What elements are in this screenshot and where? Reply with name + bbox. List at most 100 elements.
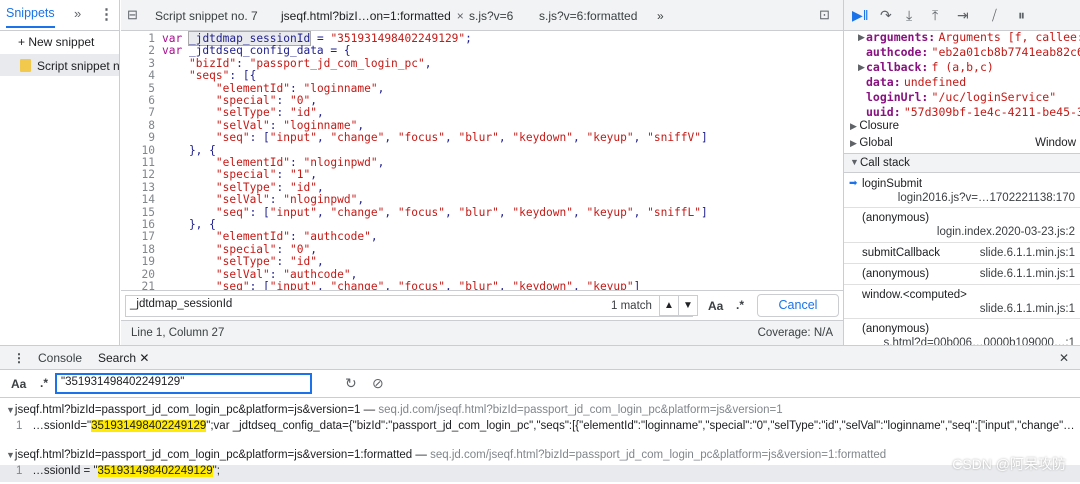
- result-file-header[interactable]: ▼jseqf.html?bizId=passport_jd_com_login_…: [6, 404, 1080, 416]
- result-file-url: seq.jd.com/jseqf.html?bizId=passport_jd_…: [378, 404, 783, 416]
- expand-result-icon[interactable]: ▼: [6, 405, 15, 415]
- drawer-menu-icon[interactable]: ⋮: [13, 351, 25, 365]
- toggle-navigator-icon[interactable]: ⊟: [127, 7, 138, 23]
- tab-console[interactable]: Console: [38, 351, 82, 365]
- result-file-header[interactable]: ▼jseqf.html?bizId=passport_jd_com_login_…: [6, 449, 1080, 461]
- code-line: "special": "0",: [215, 94, 317, 107]
- debugger-sidebar: ▶‖ ↷ ⤓ ⤒ ⇥ ⧸ ⏸ arguments: Arguments [f, …: [843, 0, 1080, 349]
- tab-s-js-formatted[interactable]: s.js?v=6:formatted: [539, 9, 637, 23]
- call-stack-frame[interactable]: window.<computed> slide.6.1.1.min.js:1: [844, 285, 1080, 319]
- result-post: ";: [212, 465, 220, 477]
- coverage-status: Coverage: N/A: [757, 327, 833, 339]
- code-line: }, {: [162, 218, 216, 231]
- pause-on-exceptions-icon[interactable]: ⏸: [1018, 7, 1025, 24]
- search-row: Aa .* "351931498402249129" ↻ ⊘: [0, 370, 1080, 398]
- expand-callback-icon[interactable]: ▶: [858, 62, 865, 73]
- scope-property: uuid: "57d309bf-1e4c-4211-be45-3: [866, 105, 1080, 119]
- deactivate-breakpoints-icon[interactable]: ⧸: [992, 7, 997, 24]
- code-line: "selType": "id",: [215, 106, 324, 120]
- code-line: "seqs": [{: [188, 69, 257, 83]
- cancel-button[interactable]: Cancel: [757, 294, 839, 317]
- match-case-button[interactable]: Aa: [708, 299, 723, 313]
- clear-icon[interactable]: ⊘: [372, 375, 384, 392]
- expand-arguments-icon[interactable]: ▶: [858, 32, 865, 43]
- new-snippet-button[interactable]: + New snippet: [18, 35, 94, 49]
- line-number: 9: [148, 131, 155, 145]
- expand-result-icon[interactable]: ▼: [6, 450, 15, 460]
- tab-search[interactable]: Search ✕: [98, 351, 149, 365]
- find-next-button[interactable]: ▼: [678, 295, 698, 316]
- cursor-position: Line 1, Column 27: [131, 327, 225, 339]
- tab-s-js[interactable]: s.js?v=6: [469, 9, 513, 23]
- tab-snippets[interactable]: Snippets: [6, 6, 55, 28]
- tab-script-snippet[interactable]: Script snippet no. 7: [155, 9, 258, 23]
- call-stack-frame[interactable]: submitCallback slide.6.1.1.min.js:1: [844, 243, 1080, 264]
- result-line-number: 1: [16, 465, 23, 477]
- search-input[interactable]: "351931498402249129": [55, 373, 312, 394]
- toggle-debugger-icon[interactable]: ⊡: [819, 7, 830, 23]
- result-match-line[interactable]: 1 …ssionId="351931498402249129";var _jdtd…: [0, 420, 1080, 437]
- regex-button[interactable]: .*: [736, 298, 744, 312]
- call-stack-header[interactable]: ▼ Call stack: [844, 153, 1080, 173]
- closure-scope[interactable]: ▶ Closure: [850, 120, 899, 132]
- snippet-file-icon: [20, 59, 31, 72]
- frame-function: window.<computed>: [862, 289, 967, 301]
- result-match-line[interactable]: 1 …ssionId = "351931498402249129";: [0, 465, 1080, 482]
- collapse-call-stack-icon[interactable]: ▼: [850, 157, 859, 167]
- frame-function: (anonymous): [862, 323, 930, 335]
- step-over-icon[interactable]: ↷: [880, 7, 892, 24]
- close-tab-icon[interactable]: ×: [457, 9, 464, 23]
- current-frame-arrow-icon: ➡: [849, 178, 858, 189]
- close-search-icon[interactable]: ✕: [139, 351, 149, 365]
- line-number: 13: [141, 180, 155, 194]
- close-drawer-icon[interactable]: ✕: [1059, 351, 1069, 365]
- snippets-panel: Snippets » ⋮ + New snippet Script snippe…: [0, 0, 120, 345]
- call-stack-frame[interactable]: (anonymous) slide.6.1.1.min.js:1: [844, 264, 1080, 285]
- code-line: "selType": "id",: [215, 180, 324, 194]
- resume-icon[interactable]: ▶‖: [852, 7, 869, 24]
- result-post: ";var _jdtdseq_config_data={"bizId":"pas…: [206, 420, 1075, 432]
- code-line: "selVal": "nloginpwd",: [215, 193, 365, 207]
- tab-jseqf-formatted[interactable]: jseqf.html?bizI…on=1:formatted ×: [281, 9, 464, 23]
- match-count: 1 match: [611, 300, 652, 312]
- frame-location: login.index.2020-03-23.js:2: [936, 226, 1075, 238]
- search-regex-button[interactable]: .*: [40, 376, 48, 390]
- line-number: 21: [141, 280, 155, 290]
- watermark: CSDN @阿呆攻防: [952, 456, 1066, 472]
- expand-global-icon[interactable]: ▶: [850, 138, 859, 148]
- line-number: 19: [141, 255, 155, 269]
- editor-tabbar: ⊟ Script snippet no. 7 jseqf.html?bizI…o…: [121, 0, 843, 31]
- code-editor[interactable]: 1 var _jdtdmap_sessionId = "3519314984022…: [121, 31, 843, 290]
- line-number: 7: [148, 106, 155, 120]
- call-stack-frame[interactable]: loginSubmit login2016.js?v=…1702221138:17…: [844, 174, 1080, 208]
- code-line: "seq": ["input", "change", "focus", "blu…: [215, 131, 708, 145]
- find-input[interactable]: _jdtdmap_sessionId: [125, 295, 693, 317]
- tab-search-label: Search: [98, 351, 137, 365]
- find-previous-button[interactable]: ▲: [659, 295, 679, 316]
- line-number: 20: [141, 267, 155, 281]
- search-match-case-button[interactable]: Aa: [11, 377, 26, 391]
- code-line: }, {: [162, 143, 216, 157]
- step-out-icon[interactable]: ⤒: [932, 7, 938, 24]
- frame-function: submitCallback: [862, 247, 940, 259]
- frame-function: (anonymous): [862, 212, 930, 224]
- call-stack-frame[interactable]: (anonymous) login.index.2020-03-23.js:2: [844, 208, 1080, 243]
- code-line: "seq": ["input", "change", "focus", "blu…: [215, 205, 708, 219]
- code-line: "selType": "id",: [215, 255, 324, 269]
- step-into-icon[interactable]: ⤓: [906, 7, 912, 24]
- snippet-item-label: Script snippet no. 7: [37, 59, 119, 73]
- expand-closure-icon[interactable]: ▶: [850, 121, 859, 131]
- more-options-icon[interactable]: ⋮: [99, 5, 114, 23]
- more-tabs-icon[interactable]: »: [657, 9, 664, 23]
- code-line: "special": "1",: [215, 168, 317, 182]
- line-number: 10: [141, 143, 155, 157]
- more-tabs-chevron-icon[interactable]: »: [74, 6, 81, 21]
- result-file-url: seq.jd.com/jseqf.html?bizId=passport_jd_…: [430, 449, 887, 461]
- scope-property-key: arguments:: [866, 30, 936, 44]
- line-number: 15: [141, 205, 155, 219]
- status-bar: Line 1, Column 27 Coverage: N/A: [121, 320, 843, 345]
- line-number: 4: [148, 69, 155, 83]
- refresh-icon[interactable]: ↻: [345, 375, 357, 392]
- step-icon[interactable]: ⇥: [957, 7, 969, 24]
- global-scope[interactable]: ▶ Global Window: [850, 137, 1076, 149]
